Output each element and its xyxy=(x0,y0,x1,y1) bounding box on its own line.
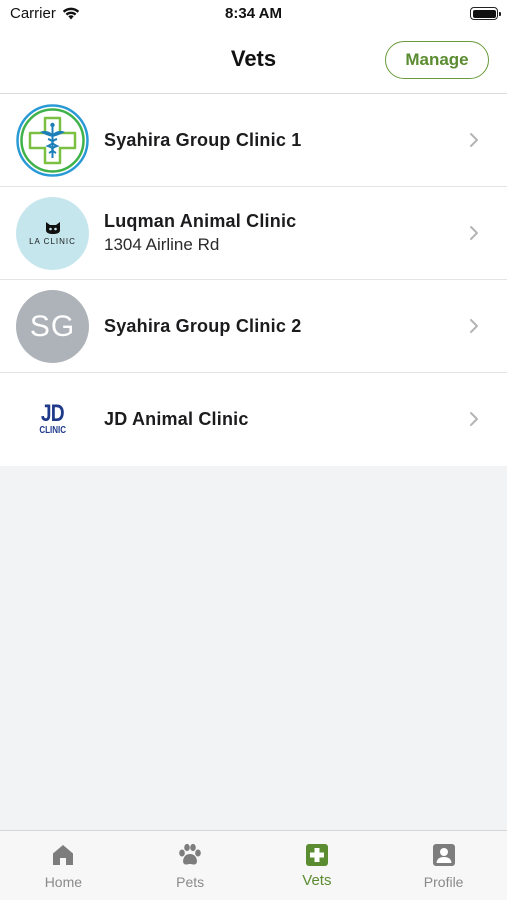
vet-row-syahira-group-clinic-2[interactable]: SG Syahira Group Clinic 2 xyxy=(0,280,507,373)
tab-label: Pets xyxy=(176,874,205,890)
vet-row-text: Syahira Group Clinic 1 xyxy=(104,94,301,186)
vet-row-jd-animal-clinic[interactable]: JD CLINIC JD Animal Clinic xyxy=(0,373,507,466)
jd-logo-subtext: CLINIC xyxy=(39,425,66,436)
jd-logo-text: JD xyxy=(41,400,65,427)
vet-name: JD Animal Clinic xyxy=(104,409,249,429)
battery-icon xyxy=(470,7,501,20)
paw-icon xyxy=(177,842,203,868)
medical-cross-icon xyxy=(304,842,330,868)
vet-list: Syahira Group Clinic 1 LA CLINIC Luqman … xyxy=(0,94,507,466)
vet-name: Syahira Group Clinic 2 xyxy=(104,315,302,336)
vet-address: 1304 Airline Rd xyxy=(104,235,220,254)
vet-row-text: JD Animal Clinic xyxy=(104,373,249,466)
manage-button[interactable]: Manage xyxy=(385,41,489,79)
tab-home[interactable]: Home xyxy=(0,831,127,900)
status-time: 8:34 AM xyxy=(225,5,282,22)
vet-row-syahira-group-clinic-1[interactable]: Syahira Group Clinic 1 xyxy=(0,94,507,187)
la-clinic-logo-text: LA CLINIC xyxy=(29,237,76,246)
initials-avatar: SG xyxy=(16,290,89,363)
clinic-logo-avatar: LA CLINIC xyxy=(16,197,89,270)
home-icon xyxy=(50,842,76,868)
chevron-right-icon xyxy=(470,319,478,333)
profile-icon xyxy=(431,842,457,868)
chevron-right-icon xyxy=(470,412,478,426)
tab-label: Vets xyxy=(302,872,332,889)
tab-label: Profile xyxy=(423,874,464,890)
tab-vets[interactable]: Vets xyxy=(254,831,381,900)
tab-pets[interactable]: Pets xyxy=(127,831,254,900)
tab-profile[interactable]: Profile xyxy=(380,831,507,900)
vet-row-text: Luqman Animal Clinic 1304 Airline Rd xyxy=(104,187,296,279)
caduceus-cross-logo-icon xyxy=(16,104,89,177)
vet-row-luqman-animal-clinic[interactable]: LA CLINIC Luqman Animal Clinic 1304 Airl… xyxy=(0,187,507,280)
chevron-right-icon xyxy=(470,133,478,147)
tab-label: Home xyxy=(44,874,83,890)
vet-row-text: Syahira Group Clinic 2 xyxy=(104,280,301,372)
vet-name: Luqman Animal Clinic xyxy=(104,211,297,231)
chevron-right-icon xyxy=(470,226,478,240)
status-bar: Carrier 8:34 AM xyxy=(0,0,507,28)
vet-name: Syahira Group Clinic 1 xyxy=(104,129,302,150)
navigation-bar: Vets Manage xyxy=(0,28,507,94)
tab-bar: Home Pets Vets Profile xyxy=(0,830,507,900)
clinic-logo-avatar: JD CLINIC xyxy=(16,383,89,456)
cat-head-icon xyxy=(45,222,60,234)
clinic-logo-avatar xyxy=(16,104,89,177)
